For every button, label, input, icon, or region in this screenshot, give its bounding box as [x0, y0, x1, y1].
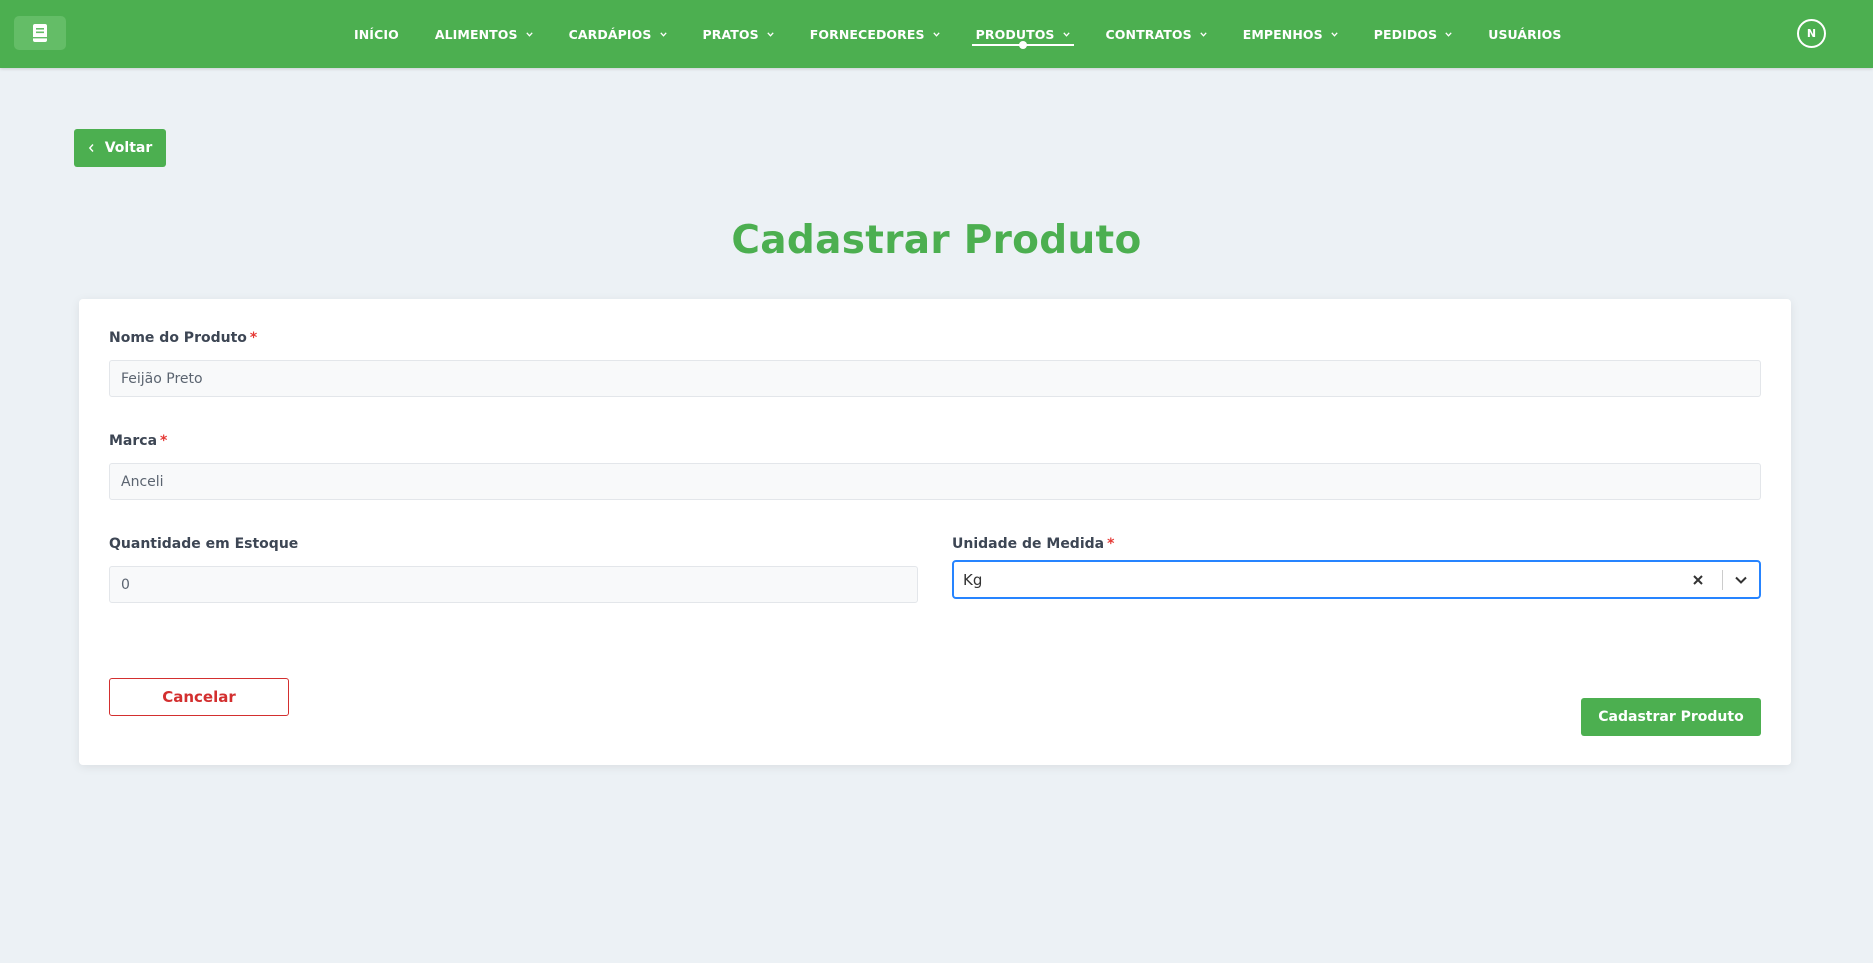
- chevron-down-icon: [932, 31, 940, 37]
- chevron-down-icon: [1200, 31, 1207, 37]
- nav-item-usuários[interactable]: USUÁRIOS: [1488, 0, 1561, 68]
- top-navbar: INÍCIO ALIMENTOS CARDÁPIOS PRATOS FORNECEDOR…: [0, 0, 1873, 68]
- cancel-button[interactable]: Cancelar: [109, 678, 289, 716]
- stock-quantity-label: Quantidade em Estoque: [109, 536, 298, 552]
- brand-label-text: Marca: [109, 433, 158, 449]
- brand-value: Anceli: [121, 473, 164, 490]
- logo-button[interactable]: [14, 16, 66, 50]
- back-button[interactable]: Voltar: [74, 129, 166, 167]
- unit-select[interactable]: Kg: [952, 560, 1761, 599]
- required-mark: *: [249, 330, 258, 346]
- nav-item-label: INÍCIO: [354, 26, 399, 42]
- nav-item-início[interactable]: INÍCIO: [354, 0, 399, 68]
- brand-label: Marca *: [109, 433, 167, 449]
- active-indicator-dot: [1018, 41, 1027, 49]
- unit-label: Unidade de Medida *: [952, 536, 1114, 552]
- nav-item-produtos[interactable]: PRODUTOS: [971, 0, 1074, 68]
- chevron-down-icon: [659, 31, 667, 37]
- user-avatar[interactable]: N: [1797, 19, 1826, 48]
- select-separator: [1722, 570, 1723, 590]
- brand-input[interactable]: Anceli: [109, 463, 1761, 500]
- product-name-value: Feijão Preto: [121, 370, 203, 387]
- main-nav: INÍCIO ALIMENTOS CARDÁPIOS PRATOS FORNECEDOR…: [354, 0, 1598, 68]
- required-mark: *: [1107, 536, 1115, 552]
- product-name-input[interactable]: Feijão Preto: [109, 360, 1761, 397]
- stock-quantity-label-text: Quantidade em Estoque: [109, 536, 299, 552]
- nav-item-pratos[interactable]: PRATOS: [703, 0, 774, 68]
- product-name-label-text: Nome do Produto: [109, 330, 247, 346]
- nav-item-label: PEDIDOS: [1373, 26, 1438, 42]
- product-name-label: Nome do Produto *: [109, 330, 257, 346]
- nav-item-label: CARDÁPIOS: [568, 26, 652, 42]
- chevron-down-icon: [1331, 31, 1338, 37]
- required-mark: *: [160, 433, 168, 449]
- chevron-down-icon: [525, 31, 533, 37]
- unit-select-value: Kg: [963, 570, 983, 589]
- book-icon: [32, 23, 48, 43]
- submit-product-button[interactable]: Cadastrar Produto: [1581, 698, 1761, 736]
- nav-item-label: CONTRATOS: [1105, 26, 1192, 42]
- unit-label-text: Unidade de Medida: [952, 536, 1105, 552]
- nav-item-empenhos[interactable]: EMPENHOS: [1243, 0, 1338, 68]
- chevron-down-icon: [1062, 31, 1070, 37]
- nav-item-fornecedores[interactable]: FORNECEDORES: [810, 0, 940, 68]
- nav-item-label: PRATOS: [702, 26, 759, 42]
- page-title: Cadastrar Produto: [731, 218, 1142, 263]
- close-icon[interactable]: [1689, 571, 1707, 589]
- nav-item-label: PRODUTOS: [975, 26, 1055, 42]
- stock-quantity-input[interactable]: 0: [109, 566, 918, 603]
- nav-item-cardápios[interactable]: CARDÁPIOS: [569, 0, 667, 68]
- stock-quantity-value: 0: [121, 576, 130, 593]
- chevron-down-icon: [767, 31, 774, 37]
- nav-item-alimentos[interactable]: ALIMENTOS: [435, 0, 533, 68]
- nav-item-contratos[interactable]: CONTRATOS: [1106, 0, 1207, 68]
- nav-item-label: EMPENHOS: [1242, 26, 1323, 42]
- avatar-initial: N: [1806, 27, 1817, 40]
- nav-item-label: ALIMENTOS: [434, 26, 518, 42]
- chevron-down-icon: [1445, 31, 1452, 37]
- chevron-down-icon[interactable]: [1732, 571, 1750, 589]
- back-button-label: Voltar: [104, 140, 153, 156]
- nav-item-label: FORNECEDORES: [809, 26, 925, 42]
- product-form-card: Nome do Produto * Feijão Preto Marca * Anc…: [79, 299, 1791, 765]
- chevron-left-icon: [88, 143, 95, 153]
- nav-item-pedidos[interactable]: PEDIDOS: [1374, 0, 1452, 68]
- nav-item-label: USUÁRIOS: [1488, 26, 1562, 42]
